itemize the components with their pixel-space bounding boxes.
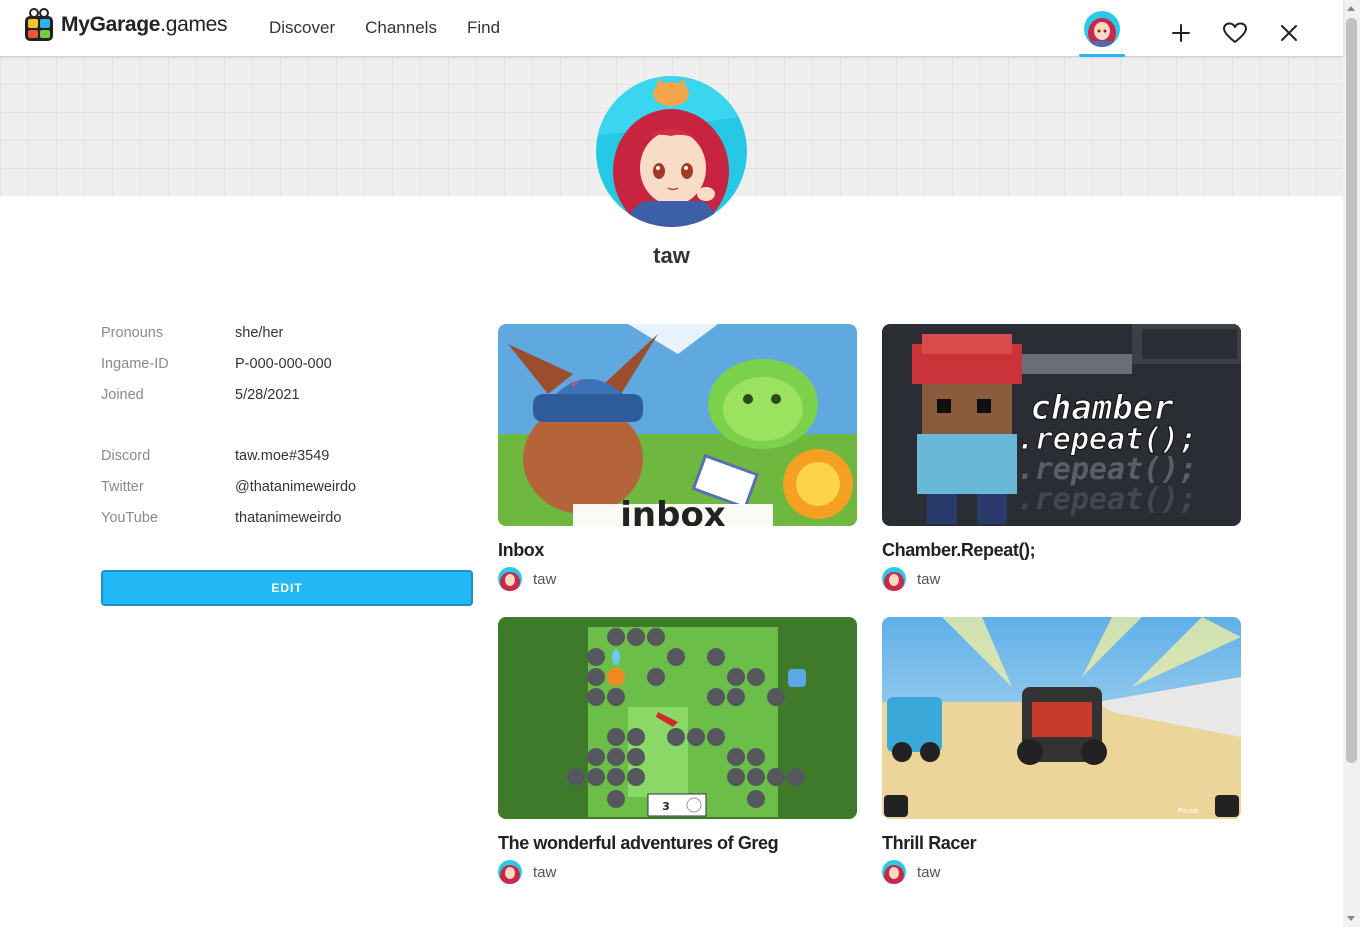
info-row-twitter: Twitter @thatanimeweirdo: [101, 479, 473, 510]
nav-actions: [1079, 10, 1307, 57]
author-name: taw: [533, 570, 557, 588]
author-name: taw: [917, 863, 941, 881]
info-label: Ingame-ID: [101, 356, 169, 372]
avatar: [1084, 11, 1120, 47]
info-value: 5/28/2021: [235, 387, 300, 403]
heart-icon[interactable]: [1217, 15, 1253, 51]
avatar: [882, 567, 906, 591]
game-card: Pause Thrill Racer taw: [882, 617, 1241, 884]
info-value[interactable]: thatanimeweirdo: [235, 510, 341, 541]
game-thumbnail[interactable]: 3: [498, 617, 857, 819]
author-name: taw: [917, 570, 941, 588]
game-card: chamber .repeat(); .repeat(); .repeat();…: [882, 324, 1241, 591]
main-nav: Discover Channels Find: [269, 18, 500, 38]
scroll-down-icon[interactable]: [1347, 916, 1355, 921]
info-label: YouTube: [101, 510, 158, 526]
info-row-joined: Joined 5/28/2021: [101, 387, 473, 418]
active-indicator: [1079, 54, 1125, 57]
info-label: Joined: [101, 387, 144, 403]
game-thumbnail[interactable]: inbox: [498, 324, 857, 526]
edit-profile-button[interactable]: EDIT: [101, 570, 473, 606]
thumb-text: Pause: [1178, 807, 1199, 815]
plus-icon[interactable]: [1163, 15, 1199, 51]
game-title[interactable]: Chamber.Repeat();: [882, 540, 1241, 561]
avatar: [882, 860, 906, 884]
info-row-ingame-id: Ingame-ID P-000-000-000: [101, 356, 473, 387]
brand-logo[interactable]: MyGarage.games: [24, 8, 228, 42]
thumb-text: 3: [662, 800, 670, 813]
game-title[interactable]: The wonderful adventures of Greg: [498, 833, 857, 854]
thumb-text: inbox: [620, 495, 726, 526]
info-value: P-000-000-000: [235, 356, 332, 372]
page-scrollbar[interactable]: [1343, 0, 1360, 927]
info-label: Twitter: [101, 479, 144, 495]
game-card: 3 The wonderful adventures of Greg taw: [498, 617, 857, 884]
profile-username: taw: [653, 243, 690, 268]
logo-icon: [24, 8, 54, 42]
game-title[interactable]: Thrill Racer: [882, 833, 1241, 854]
thumb-text: .repeat();: [1017, 482, 1198, 517]
profile-avatar: [596, 76, 747, 227]
game-title[interactable]: Inbox: [498, 540, 857, 561]
close-icon[interactable]: [1271, 15, 1307, 51]
user-avatar-button[interactable]: [1079, 10, 1125, 57]
info-divider: [101, 418, 473, 448]
game-author[interactable]: taw: [498, 860, 857, 884]
game-thumbnail[interactable]: Pause: [882, 617, 1241, 819]
info-row-youtube: YouTube thatanimeweirdo: [101, 510, 473, 541]
info-label: Pronouns: [101, 325, 164, 341]
nav-discover[interactable]: Discover: [269, 18, 335, 38]
game-author[interactable]: taw: [498, 567, 857, 591]
info-row-discord: Discord taw.moe#3549: [101, 448, 473, 479]
author-name: taw: [533, 863, 557, 881]
nav-find[interactable]: Find: [467, 18, 500, 38]
scroll-up-icon[interactable]: [1347, 6, 1355, 11]
game-author[interactable]: taw: [882, 567, 1241, 591]
info-value: she/her: [235, 325, 284, 341]
profile-info: Pronouns she/her Ingame-ID P-000-000-000…: [101, 325, 473, 541]
game-author[interactable]: taw: [882, 860, 1241, 884]
nav-channels[interactable]: Channels: [365, 18, 437, 38]
avatar: [498, 567, 522, 591]
info-value: taw.moe#3549: [235, 448, 330, 464]
brand-name: MyGarage.games: [61, 13, 228, 36]
scroll-thumb[interactable]: [1346, 18, 1357, 763]
info-value[interactable]: @thatanimeweirdo: [235, 479, 356, 510]
game-card: inbox Inbox taw: [498, 324, 857, 591]
info-row-pronouns: Pronouns she/her: [101, 325, 473, 356]
info-label: Discord: [101, 448, 151, 464]
top-navbar: MyGarage.games Discover Channels Find: [0, 0, 1343, 57]
avatar: [498, 860, 522, 884]
game-thumbnail[interactable]: chamber .repeat(); .repeat(); .repeat();: [882, 324, 1241, 526]
